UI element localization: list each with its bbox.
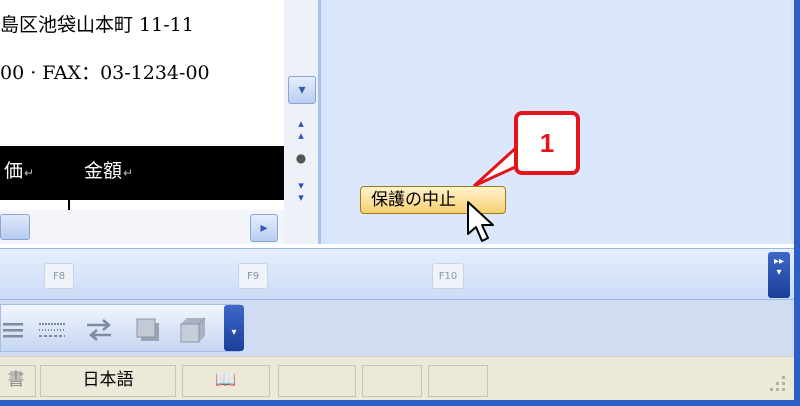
table-header-unit-price: 価↵: [4, 160, 35, 182]
shadow-square-icon[interactable]: [135, 317, 161, 343]
status-panel-empty-2: [362, 365, 422, 397]
status-panel-empty-3: [428, 365, 488, 397]
step-callout-badge: 1: [514, 111, 580, 175]
mouse-cursor-icon: [467, 201, 494, 242]
previous-page-icon[interactable]: ▴ ▴: [292, 118, 310, 142]
function-key-bar: F8 F9 F10: [0, 248, 800, 300]
drawing-toolbar: [0, 304, 240, 352]
chevron-down-icon: ▾: [298, 82, 306, 98]
paragraph-mark-icon: ↵: [24, 166, 35, 180]
function-key-options-button[interactable]: ▸▸ ▾: [768, 252, 790, 298]
toolbar-options-button[interactable]: ▾: [224, 305, 244, 351]
align-justify-icon[interactable]: [1, 317, 27, 343]
book-icon: 📖: [215, 370, 237, 390]
scroll-right-button[interactable]: ▸: [250, 214, 278, 242]
f10-key[interactable]: F10: [432, 263, 464, 289]
window-border-right: [794, 0, 800, 406]
document-area[interactable]: 島区池袋山本町 11-11 00 · FAX：03-1234-00: [0, 0, 284, 244]
table-header-amount: 金額↵: [84, 160, 134, 182]
status-panel-empty-1: [278, 365, 356, 397]
table-column-divider: [68, 146, 70, 210]
scroll-down-button[interactable]: ▾: [288, 76, 316, 104]
status-language[interactable]: 日本語: [40, 365, 176, 397]
select-browse-object-icon[interactable]: ●: [292, 152, 310, 164]
3d-cube-icon[interactable]: [179, 317, 205, 343]
vertical-scrollbar[interactable]: ▾ ▴ ▴ ● ▾ ▾: [284, 0, 318, 244]
status-doc-fragment: 書: [0, 365, 36, 397]
next-page-icon[interactable]: ▾ ▾: [292, 180, 310, 204]
status-book-panel[interactable]: 📖: [182, 365, 270, 397]
table-header-row: 価↵ 金額↵: [0, 146, 284, 200]
status-bar: 書 日本語 📖: [0, 356, 800, 406]
dotted-lines-icon[interactable]: [39, 317, 65, 343]
chevron-right-icon: ▸: [260, 220, 268, 236]
window-border-bottom: [0, 400, 800, 406]
paragraph-mark-icon: ↵: [123, 166, 134, 180]
phone-fax-text: 00 · FAX：03-1234-00: [0, 62, 210, 84]
address-text: 島区池袋山本町 11-11: [0, 14, 194, 36]
f8-key[interactable]: F8: [44, 263, 74, 289]
swap-arrows-icon[interactable]: [85, 317, 111, 343]
horizontal-scroll-thumb[interactable]: [0, 214, 30, 240]
horizontal-scrollbar[interactable]: ▸: [0, 210, 284, 244]
f9-key[interactable]: F9: [238, 263, 268, 289]
resize-grip-icon[interactable]: [760, 372, 788, 398]
